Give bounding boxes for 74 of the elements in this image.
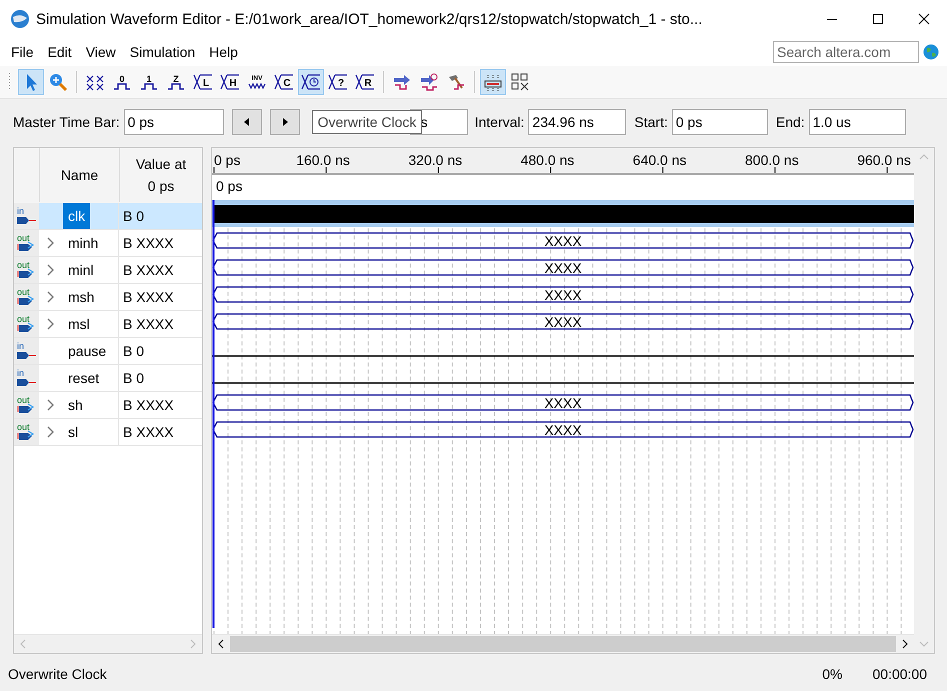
signal-row[interactable]: out sh B XXXX [14,392,202,419]
start-label: Start: [634,114,668,130]
zoom-tool-icon [48,72,68,92]
previous-button[interactable] [232,109,262,135]
insert-node-icon [419,72,439,92]
tooltip: Overwrite Clock [312,110,422,134]
time-ruler: 0 ps 160.0 ns 320.0 ns 480.0 ns 640.0 ns 800.0 ns 960.0 ns [212,148,914,173]
signal-name: pause [67,342,108,361]
signal-row[interactable]: out minh B XXXX [14,230,202,257]
master-time-bar-label: Master Time Bar: [13,114,120,130]
interval-label: Interval: [474,114,524,130]
search-field[interactable]: Search altera.com [773,41,919,63]
node-finder-icon [392,72,412,92]
snap-to-grid-icon [483,72,503,92]
status-message: Overwrite Clock [8,666,107,682]
progress-text: 0% [822,666,842,682]
close-icon [918,13,930,25]
signal-row[interactable]: out msl B XXXX [14,311,202,338]
signal-name: reset [67,369,100,388]
signal-value: B XXXX [123,262,174,278]
right-triangle-icon [282,118,288,126]
globe-icon[interactable] [923,44,939,60]
cursor-time-label: 0 ps [216,178,242,194]
master-time-field[interactable]: 0 ps [124,109,224,135]
signal-name: sl [67,423,80,442]
menu-item[interactable]: Simulation [122,40,202,64]
interval-field[interactable]: 234.96 ns [528,109,626,135]
snap-to-grid-button[interactable] [480,69,506,95]
toolbar-grip[interactable] [8,72,11,92]
window-title: Simulation Waveform Editor - E:/01work_area/IOT_homework2/qrs12/stopwatch/stopwatch_1 - sto... [36,10,704,28]
left-triangle-icon [244,118,250,126]
time-cursor-line[interactable] [212,200,215,628]
signal-value: B XXXX [123,316,174,332]
hammer-tool-icon [446,72,466,92]
signal-value: B XXXX [123,235,174,251]
signal-row[interactable]: in pause B 0 [14,338,202,365]
signal-name: sh [67,396,84,415]
signal-row[interactable]: out minl B XXXX [14,257,202,284]
signal-row[interactable]: out sl B XXXX [14,419,202,446]
signal-value: B XXXX [123,289,174,305]
signal-name: minh [67,234,100,253]
menu-item[interactable]: Help [202,40,245,64]
signal-row[interactable]: in clk B 0 [14,203,202,230]
signal-name: clk [63,203,90,229]
signal-value: B 0 [123,343,144,359]
signal-name: msl [67,315,91,334]
menu-item[interactable]: Edit [40,40,79,64]
end-field[interactable]: 1.0 us [808,109,906,135]
signal-value: B XXXX [123,397,174,413]
end-label: End: [776,114,805,130]
scrollbar-thumb[interactable] [230,636,896,652]
scroll-right-icon[interactable] [902,639,908,649]
grid-icon [510,72,530,92]
maximize-icon [872,13,884,25]
horizontal-scrollbar[interactable] [212,634,914,653]
start-field[interactable]: 0 ps [672,109,768,135]
scroll-left-icon[interactable] [218,639,224,649]
overwrite-clock-icon [301,72,321,92]
column-header: Value at 0 ps [134,155,188,196]
signal-name: msh [67,288,96,307]
signal-row[interactable]: in reset B 0 [14,365,202,392]
signal-value: B 0 [123,370,144,386]
next-button[interactable] [270,109,300,135]
overwrite-clock-button[interactable] [298,69,324,95]
elapsed-time: 00:00:00 [872,666,927,682]
app-icon [10,9,30,29]
selection-tool-button[interactable] [18,69,44,95]
signal-value: B XXXX [123,424,174,440]
signal-name: minl [67,261,95,280]
signal-row[interactable]: out msh B XXXX [14,284,202,311]
menu-item[interactable]: View [78,40,123,64]
signal-value: B 0 [123,208,144,224]
menu-item[interactable]: File [4,40,41,64]
column-header: Name [60,167,98,183]
